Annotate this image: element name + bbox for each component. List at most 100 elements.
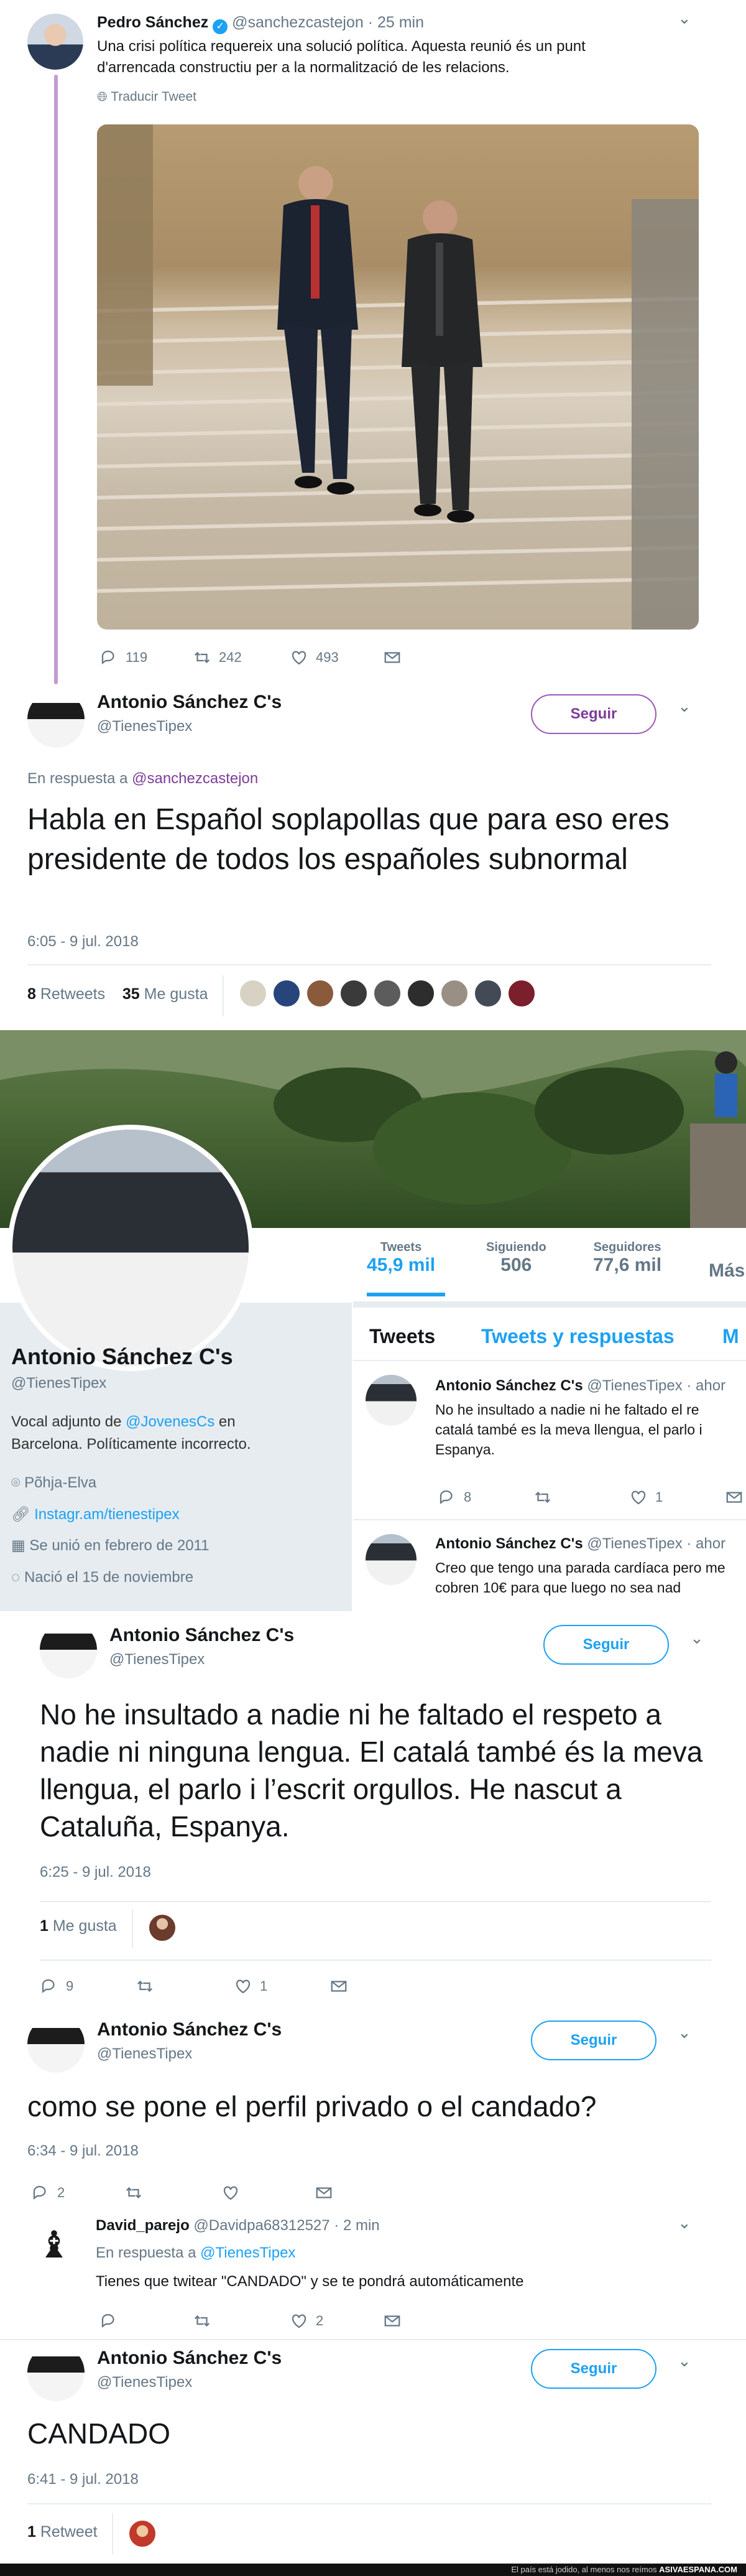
retweet-button[interactable] bbox=[124, 2183, 143, 2202]
tweet-text: Habla en Español soplapollas que para es… bbox=[27, 803, 670, 876]
tab-more[interactable]: M bbox=[722, 1325, 739, 1348]
author-handle[interactable]: @TienesTipex bbox=[97, 718, 192, 735]
chevron-down-icon[interactable]: ⌄ bbox=[678, 9, 691, 28]
retweet-button[interactable] bbox=[193, 2312, 211, 2330]
tab-tweets-replies[interactable]: Tweets y respuestas bbox=[481, 1325, 675, 1348]
stat-following[interactable]: Siguiendo 506 bbox=[486, 1240, 546, 1276]
follow-button[interactable]: Seguir bbox=[531, 694, 656, 734]
timestamp[interactable]: 6:05 - 9 jul. 2018 bbox=[27, 933, 139, 951]
dm-button[interactable] bbox=[329, 1977, 348, 1996]
liker-avatar[interactable] bbox=[373, 979, 402, 1008]
author-name[interactable]: Antonio Sánchez C's bbox=[109, 1625, 294, 1646]
feed-tweet-time[interactable]: · ahor bbox=[686, 1377, 725, 1394]
stat-followers[interactable]: Seguidores 77,6 mil bbox=[593, 1240, 661, 1276]
antonio-avatar[interactable] bbox=[27, 2016, 85, 2073]
liker-avatar[interactable] bbox=[239, 979, 267, 1008]
retweet-button[interactable]: 242 bbox=[193, 648, 242, 667]
profile-avatar[interactable] bbox=[7, 1125, 254, 1371]
author-name[interactable]: Antonio Sánchez C's bbox=[97, 2348, 282, 2369]
chevron-down-icon[interactable]: ⌄ bbox=[690, 1629, 704, 1648]
feed-dm-button[interactable] bbox=[725, 1488, 744, 1507]
bio-mention[interactable]: @JovenesCs bbox=[126, 1413, 214, 1430]
timestamp[interactable]: 6:25 - 9 jul. 2018 bbox=[40, 1864, 151, 1881]
likes-stat[interactable]: 1 Me gusta bbox=[40, 1917, 117, 1935]
liker-avatar[interactable] bbox=[507, 979, 536, 1008]
reply-button[interactable]: 9 bbox=[40, 1977, 73, 1996]
like-button[interactable]: 1 bbox=[234, 1977, 267, 1996]
author-handle[interactable]: @Davidpa68312527 bbox=[193, 2217, 329, 2234]
reply-button[interactable]: 2 bbox=[31, 2183, 65, 2202]
antonio-avatar[interactable] bbox=[27, 2344, 85, 2401]
author-handle[interactable]: @TienesTipex bbox=[109, 1651, 205, 1668]
author-name[interactable]: David_parejo bbox=[96, 2217, 190, 2234]
dm-button[interactable] bbox=[383, 648, 402, 667]
chevron-down-icon[interactable]: ⌄ bbox=[678, 697, 691, 716]
retweets-stat[interactable]: 8 Retweets bbox=[27, 985, 105, 1003]
author-name[interactable]: Pedro Sánchez bbox=[97, 14, 208, 31]
author-handle[interactable]: @TienesTipex bbox=[97, 2045, 192, 2063]
retweet-button[interactable] bbox=[136, 1977, 154, 1996]
website-link[interactable]: Instagr.am/tienestipex bbox=[34, 1506, 179, 1523]
retweeter-avatar[interactable] bbox=[128, 2519, 157, 2548]
retweets-stat[interactable]: 1 Retweet bbox=[27, 2523, 98, 2541]
dm-button[interactable] bbox=[315, 2183, 333, 2202]
feed-author-handle[interactable]: @TienesTipex bbox=[587, 1377, 682, 1394]
chevron-down-icon[interactable]: ⌄ bbox=[678, 2213, 691, 2233]
liker-avatar[interactable] bbox=[440, 979, 469, 1008]
author-handle[interactable]: @TienesTipex bbox=[97, 2374, 192, 2391]
author-handle[interactable]: @sanchezcastejon bbox=[232, 14, 364, 31]
more-stats[interactable]: Más bbox=[709, 1260, 745, 1281]
timestamp[interactable]: 6:41 - 9 jul. 2018 bbox=[27, 2471, 139, 2488]
in-reply-mention[interactable]: @TienesTipex bbox=[200, 2244, 295, 2261]
feed-like-button[interactable]: 1 bbox=[629, 1488, 663, 1507]
chevron-down-icon[interactable]: ⌄ bbox=[678, 2023, 691, 2042]
follow-button[interactable]: Seguir bbox=[543, 1625, 669, 1665]
follow-button[interactable]: Seguir bbox=[531, 2020, 656, 2060]
liker-avatar[interactable] bbox=[272, 979, 301, 1008]
like-button[interactable]: 2 bbox=[290, 2312, 323, 2330]
feed-avatar[interactable] bbox=[366, 1534, 417, 1585]
antonio-avatar[interactable] bbox=[27, 690, 85, 748]
like-count: 1 bbox=[260, 1978, 268, 1994]
liker-avatar[interactable] bbox=[339, 979, 368, 1008]
in-reply-mention[interactable]: @sanchezcastejon bbox=[132, 770, 258, 787]
feed-retweet-button[interactable] bbox=[533, 1488, 552, 1507]
likes-label: Me gusta bbox=[52, 1917, 117, 1935]
feed-reply-button[interactable]: 8 bbox=[438, 1488, 471, 1507]
feed-author-name[interactable]: Antonio Sánchez C's bbox=[435, 1535, 583, 1552]
tweet-time[interactable]: · 25 min bbox=[368, 14, 424, 31]
likes-stat[interactable]: 35 Me gusta bbox=[122, 985, 208, 1003]
follow-button[interactable]: Seguir bbox=[531, 2349, 656, 2389]
liker-avatar[interactable] bbox=[474, 979, 502, 1008]
tweet-time[interactable]: · 2 min bbox=[334, 2217, 379, 2234]
antonio-avatar[interactable] bbox=[40, 1621, 97, 1678]
feed-author-name[interactable]: Antonio Sánchez C's bbox=[435, 1377, 583, 1394]
dm-button[interactable] bbox=[383, 2312, 402, 2330]
liker-avatar[interactable] bbox=[306, 979, 334, 1008]
author-name[interactable]: Antonio Sánchez C's bbox=[97, 2019, 282, 2040]
tweet-photo[interactable] bbox=[97, 124, 699, 630]
liker-avatar[interactable] bbox=[148, 1913, 177, 1942]
link-icon: 🔗︎ bbox=[11, 1506, 30, 1523]
bio-text: Vocal adjunto de bbox=[11, 1413, 122, 1430]
pedro-avatar[interactable] bbox=[27, 14, 83, 70]
footer-brand[interactable]: ASIVAESPANA.COM bbox=[659, 2565, 737, 2574]
feed-author-handle[interactable]: @TienesTipex bbox=[587, 1535, 682, 1552]
david-avatar[interactable]: ♝ bbox=[27, 2218, 81, 2272]
liker-avatar[interactable] bbox=[407, 979, 435, 1008]
feed-tweet-time[interactable]: · ahor bbox=[686, 1535, 725, 1552]
translate-link[interactable]: 🌐︎ Traducir Tweet bbox=[97, 90, 196, 105]
envelope-icon bbox=[384, 652, 400, 663]
reply-button[interactable] bbox=[99, 2312, 118, 2330]
like-button[interactable] bbox=[221, 2183, 240, 2202]
birthday-text: Nació el 15 de noviembre bbox=[24, 1569, 194, 1586]
profile-website[interactable]: 🔗︎ Instagr.am/tienestipex bbox=[11, 1505, 180, 1523]
stat-tweets[interactable]: Tweets 45,9 mil bbox=[367, 1240, 435, 1276]
tab-tweets[interactable]: Tweets bbox=[369, 1325, 435, 1348]
feed-avatar[interactable] bbox=[366, 1375, 417, 1426]
timestamp[interactable]: 6:34 - 9 jul. 2018 bbox=[27, 2142, 139, 2160]
author-name[interactable]: Antonio Sánchez C's bbox=[97, 692, 282, 713]
like-button[interactable]: 493 bbox=[290, 648, 339, 667]
reply-button[interactable]: 119 bbox=[99, 648, 147, 667]
chevron-down-icon[interactable]: ⌄ bbox=[678, 2351, 691, 2371]
